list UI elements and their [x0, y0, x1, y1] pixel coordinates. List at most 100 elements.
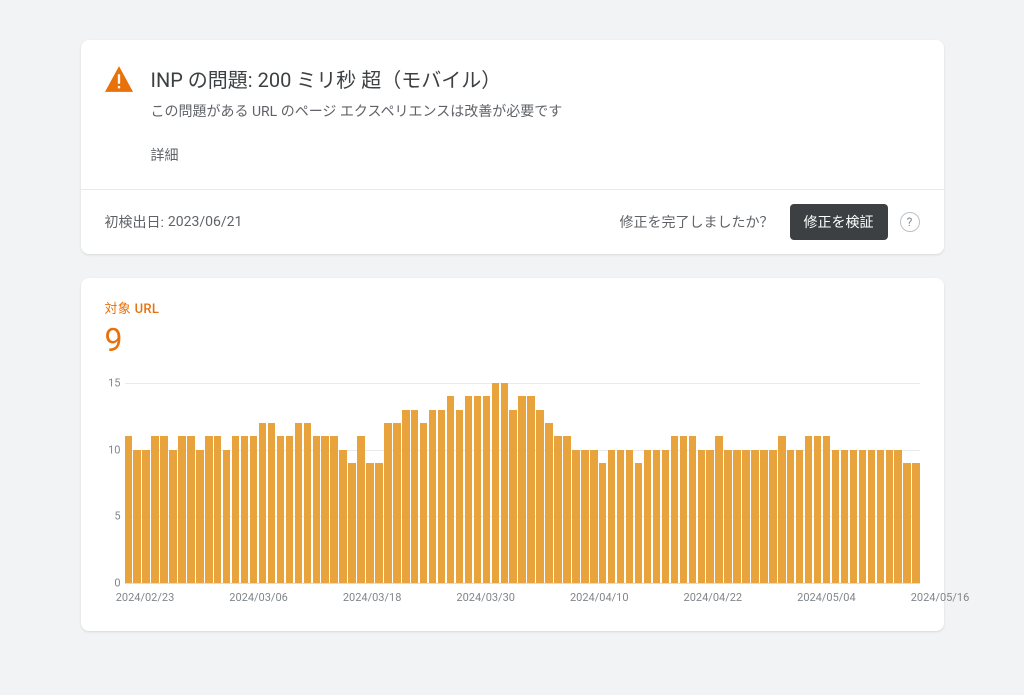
chart-bar — [841, 450, 848, 583]
chart-bar — [796, 450, 803, 583]
chart-x-tick: 2024/02/23 — [116, 591, 175, 604]
chart-bar — [581, 450, 588, 583]
chart-bar — [635, 463, 642, 583]
chart-bar — [877, 450, 884, 583]
chart-bar — [563, 436, 570, 583]
chart-bar — [125, 436, 132, 583]
warning-icon — [105, 66, 133, 96]
chart-bar — [814, 436, 821, 583]
chart-bar — [474, 396, 481, 583]
chart-bar — [715, 436, 722, 583]
chart-bar — [903, 463, 910, 583]
chart-y-tick: 0 — [103, 577, 121, 590]
chart-bar — [509, 410, 516, 583]
issue-title: INP の問題: 200 ミリ秒 超（モバイル） — [151, 64, 563, 93]
chart-current-value: 9 — [105, 321, 920, 359]
chart-bar — [787, 450, 794, 583]
chart-plot-area: 051015 — [125, 383, 920, 583]
first-detected-label: 初検出日: — [105, 212, 164, 232]
chart-bar — [680, 436, 687, 583]
chart-bar — [214, 436, 221, 583]
chart-bar — [742, 450, 749, 583]
chart-x-tick: 2024/05/16 — [911, 591, 970, 604]
chart-x-tick: 2024/03/18 — [343, 591, 402, 604]
chart-bars — [125, 383, 920, 583]
chart-bar — [133, 450, 140, 583]
chart-x-tick: 2024/04/10 — [570, 591, 629, 604]
chart-bar — [250, 436, 257, 583]
issue-card: INP の問題: 200 ミリ秒 超（モバイル） この問題がある URL のペー… — [81, 40, 944, 254]
first-detected-date: 2023/06/21 — [168, 214, 243, 230]
validate-fix-button[interactable]: 修正を検証 — [790, 204, 888, 240]
chart-bar — [868, 450, 875, 583]
chart-bar — [886, 450, 893, 583]
chart-bar — [259, 423, 266, 583]
issue-footer: 初検出日: 2023/06/21 修正を完了しましたか？ 修正を検証 ? — [81, 189, 944, 254]
chart-bar — [160, 436, 167, 583]
chart-bar — [662, 450, 669, 583]
chart-bar — [438, 410, 445, 583]
chart-x-tick: 2024/05/04 — [797, 591, 856, 604]
chart-bar — [760, 450, 767, 583]
chart-bar — [313, 436, 320, 583]
chart-bar — [411, 410, 418, 583]
chart-bar — [277, 436, 284, 583]
chart-bar — [527, 396, 534, 583]
chart-bar — [653, 450, 660, 583]
chart-bar — [706, 450, 713, 583]
chart-bar — [689, 436, 696, 583]
chart-bar — [339, 450, 346, 583]
details-link[interactable]: 詳細 — [151, 145, 920, 165]
chart-bar — [626, 450, 633, 583]
chart-bar — [429, 410, 436, 583]
chart-bar — [286, 436, 293, 583]
chart-bar — [590, 450, 597, 583]
chart-x-tick: 2024/03/06 — [229, 591, 288, 604]
chart-bar — [644, 450, 651, 583]
chart-bar — [599, 463, 606, 583]
chart-bar — [295, 423, 302, 583]
chart-bar — [769, 450, 776, 583]
chart-bar — [554, 436, 561, 583]
chart-bar — [366, 463, 373, 583]
chart-y-tick: 15 — [103, 377, 121, 390]
chart-bar — [420, 423, 427, 583]
chart-bar — [518, 396, 525, 583]
chart-bar — [536, 410, 543, 583]
help-icon[interactable]: ? — [900, 212, 920, 232]
chart-card: 対象 URL 9 051015 2024/02/23 2024/03/06 2024… — [81, 278, 944, 631]
chart-bar — [698, 450, 705, 583]
chart-bar — [465, 396, 472, 583]
chart-bar — [151, 436, 158, 583]
chart-bar — [912, 463, 919, 583]
chart-bar — [393, 423, 400, 583]
chart-bar — [330, 436, 337, 583]
chart-bar — [483, 396, 490, 583]
chart-bar — [402, 410, 409, 583]
chart-bar — [357, 436, 364, 583]
chart-bar — [608, 450, 615, 583]
chart-bar — [492, 383, 499, 583]
chart-bar — [501, 383, 508, 583]
chart-bar — [375, 463, 382, 583]
chart-label: 対象 URL — [105, 298, 920, 317]
chart-bar — [823, 436, 830, 583]
chart-y-tick: 5 — [103, 510, 121, 523]
chart-bar — [384, 423, 391, 583]
chart-bar — [894, 450, 901, 583]
chart-bar — [733, 450, 740, 583]
chart-bar — [196, 450, 203, 583]
chart-bar — [751, 450, 758, 583]
chart-bar — [724, 450, 731, 583]
chart-bar — [805, 436, 812, 583]
chart-bar — [617, 450, 624, 583]
chart-bar — [850, 450, 857, 583]
chart-bar — [187, 436, 194, 583]
chart-bar — [169, 450, 176, 583]
chart-bar — [859, 450, 866, 583]
chart-x-tick: 2024/03/30 — [456, 591, 515, 604]
chart-gridline — [125, 583, 920, 584]
chart-bar — [205, 436, 212, 583]
chart-bar — [447, 396, 454, 583]
chart-bar — [232, 436, 239, 583]
